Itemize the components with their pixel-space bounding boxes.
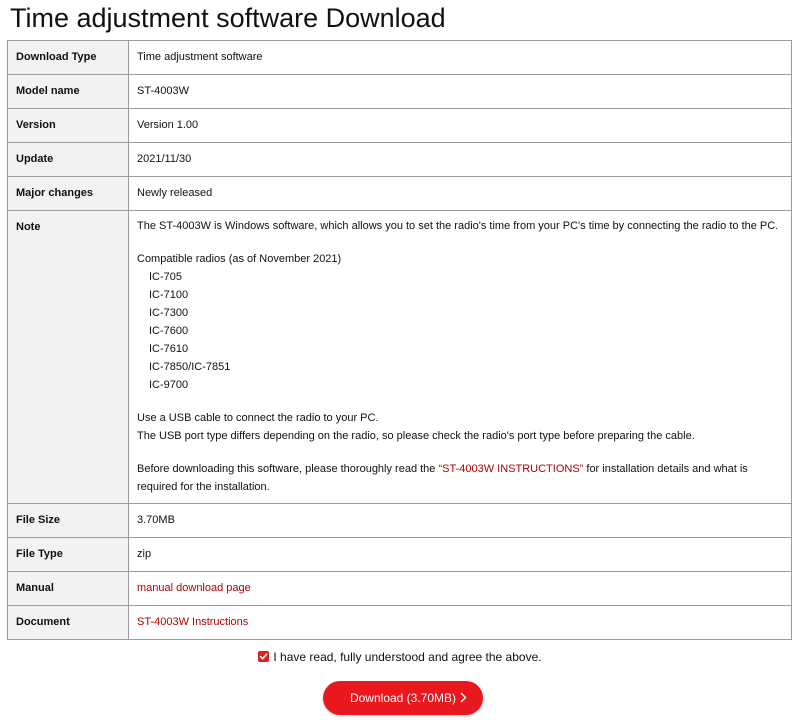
agree-label: I have read, fully understood and agree … (273, 650, 542, 664)
agree-checkbox[interactable] (258, 651, 270, 662)
manual-label: Manual (7, 571, 129, 606)
list-item: IC-705 (149, 271, 183, 283)
before-download-text: Before downloading this software, please… (137, 463, 439, 475)
file-size-label: File Size (7, 503, 129, 538)
list-item: IC-7600 (149, 325, 189, 337)
checkmark-icon (260, 653, 268, 660)
table-row: Model name ST-4003W (7, 74, 792, 109)
major-changes-label: Major changes (7, 176, 129, 211)
table-row: Download Type Time adjustment software (7, 40, 792, 75)
model-name-value: ST-4003W (128, 74, 792, 109)
table-row: Version Version 1.00 (7, 108, 792, 143)
download-details-table: Download Type Time adjustment software M… (7, 40, 792, 640)
model-name-label: Model name (7, 74, 129, 109)
list-item: IC-7610 (149, 343, 189, 355)
usb-cable-note: Use a USB cable to connect the radio to … (137, 412, 379, 424)
document-label: Document (7, 605, 129, 640)
note-intro: The ST-4003W is Windows software, which … (137, 220, 779, 232)
version-value: Version 1.00 (128, 108, 792, 143)
list-item: IC-7300 (149, 307, 189, 319)
download-type-label: Download Type (7, 40, 129, 75)
document-value: ST-4003W Instructions (128, 605, 792, 640)
file-type-label: File Type (7, 537, 129, 572)
table-row: File Size 3.70MB (7, 503, 792, 538)
manual-download-link[interactable]: manual download page (137, 582, 251, 594)
download-button[interactable]: Download (3.70MB) (323, 681, 483, 715)
agreement: I have read, fully understood and agree … (0, 650, 800, 664)
file-size-value: 3.70MB (128, 503, 792, 538)
usb-port-note: The USB port type differs depending on t… (137, 430, 695, 442)
table-row: Document ST-4003W Instructions (7, 605, 792, 640)
table-row: Update 2021/11/30 (7, 142, 792, 177)
version-label: Version (7, 108, 129, 143)
manual-value: manual download page (128, 571, 792, 606)
table-row: Major changes Newly released (7, 176, 792, 211)
table-row: File Type zip (7, 537, 792, 572)
document-link[interactable]: ST-4003W Instructions (137, 616, 248, 628)
update-value: 2021/11/30 (128, 142, 792, 177)
compatible-radios-list: IC-705 IC-7100 IC-7300 IC-7600 IC-7610 I… (137, 268, 783, 394)
note-label: Note (7, 210, 129, 504)
compatible-radios-heading: Compatible radios (as of November 2021) (137, 253, 342, 265)
table-row: Manual manual download page (7, 571, 792, 606)
download-button-label: Download (3.70MB) (349, 691, 457, 705)
update-label: Update (7, 142, 129, 177)
note-value: The ST-4003W is Windows software, which … (128, 210, 792, 504)
instructions-link[interactable]: “ST-4003W INSTRUCTIONS” (438, 463, 583, 475)
major-changes-value: Newly released (128, 176, 792, 211)
before-download-note: Before downloading this software, please… (137, 460, 783, 496)
file-type-value: zip (128, 537, 792, 572)
list-item: IC-7850/IC-7851 (149, 361, 231, 373)
page-title: Time adjustment software Download (10, 3, 446, 33)
table-row: Note The ST-4003W is Windows software, w… (7, 210, 792, 504)
list-item: IC-7100 (149, 289, 189, 301)
download-type-value: Time adjustment software (128, 40, 792, 75)
list-item: IC-9700 (149, 379, 189, 391)
chevron-right-icon (460, 692, 467, 703)
